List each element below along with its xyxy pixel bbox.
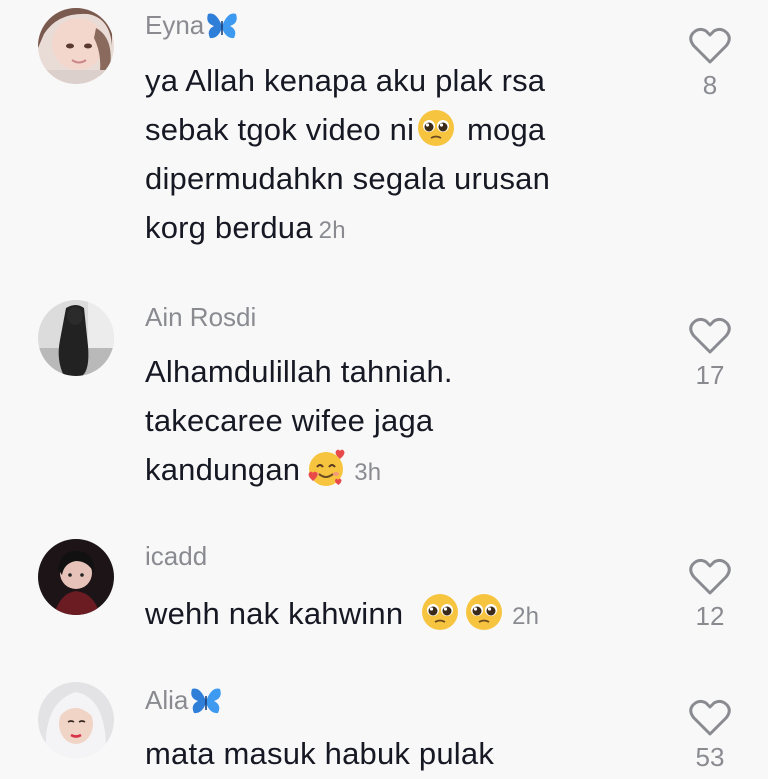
comment-line: ya Allah kenapa aku plak rsa (145, 63, 546, 98)
comment-line-text: sebak tgok video ni (145, 112, 415, 147)
comment-line: dipermudahkn segala urusan (145, 161, 551, 196)
butterfly-emoji-icon (190, 686, 222, 716)
heart-outline-icon (689, 558, 731, 595)
heart-outline-icon (689, 317, 731, 354)
avatar-photo-icon (38, 682, 114, 758)
comment-timestamp: 3h (354, 459, 382, 486)
comment-line: kandungan 3h (145, 445, 665, 497)
username-text: Alia (145, 685, 189, 715)
like-button[interactable]: 53 (684, 698, 736, 773)
comment-text: ya Allah kenapa aku plak rsa sebak tgok … (145, 56, 665, 255)
avatar[interactable] (38, 8, 114, 84)
pleading-face-emoji-icon (420, 592, 460, 632)
comment-line: takecaree wifee jaga (145, 403, 434, 438)
heart-outline-icon (689, 27, 731, 64)
comment-username[interactable]: Eyna (145, 10, 238, 41)
username-text: icadd (145, 541, 208, 571)
username-text: Ain Rosdi (145, 302, 257, 332)
like-button[interactable]: 8 (684, 26, 736, 101)
like-count: 8 (702, 70, 718, 100)
like-button[interactable]: 17 (684, 316, 736, 391)
comment-line: korg berdua 2h (145, 203, 665, 255)
like-button[interactable]: 12 (684, 557, 736, 632)
comment-line: Alhamdulillah tahniah. (145, 354, 453, 389)
comment-line-text: moga (467, 112, 546, 147)
comment-timestamp: 2h (318, 217, 346, 244)
avatar[interactable] (38, 539, 114, 615)
comment-username[interactable]: Alia (145, 685, 222, 716)
comment-line-text: korg berdua (145, 210, 313, 245)
avatar[interactable] (38, 682, 114, 758)
avatar[interactable] (38, 300, 114, 376)
username-text: Eyna (145, 10, 205, 40)
avatar-photo-icon (38, 300, 114, 376)
comment-text: Alhamdulillah tahniah. takecaree wifee j… (145, 347, 665, 497)
comment-username[interactable]: icadd (145, 541, 207, 572)
like-count: 12 (695, 601, 725, 631)
heart-outline-icon (689, 699, 731, 736)
comment-line: sebak tgok video ni moga (145, 105, 665, 154)
comment-text: mata masuk habuk pulak (145, 729, 665, 778)
pleading-face-emoji-icon (464, 592, 504, 632)
avatar-photo-icon (38, 539, 114, 615)
like-count: 53 (695, 742, 725, 772)
comment-timestamp: 2h (512, 603, 540, 630)
comment-text: wehh nak kahwinn 2h (145, 589, 665, 641)
comment-line-text: kandungan (145, 452, 301, 487)
comment-line: wehh nak kahwinn 2h (145, 589, 665, 641)
comment-username[interactable]: Ain Rosdi (145, 302, 256, 333)
butterfly-emoji-icon (206, 11, 238, 41)
comment-line: mata masuk habuk pulak (145, 736, 495, 771)
pleading-face-emoji-icon (416, 108, 456, 148)
comment-line-text: wehh nak kahwinn (145, 596, 404, 631)
smiling-face-with-hearts-emoji-icon (306, 448, 346, 488)
avatar-photo-icon (38, 8, 114, 84)
like-count: 17 (695, 360, 725, 390)
